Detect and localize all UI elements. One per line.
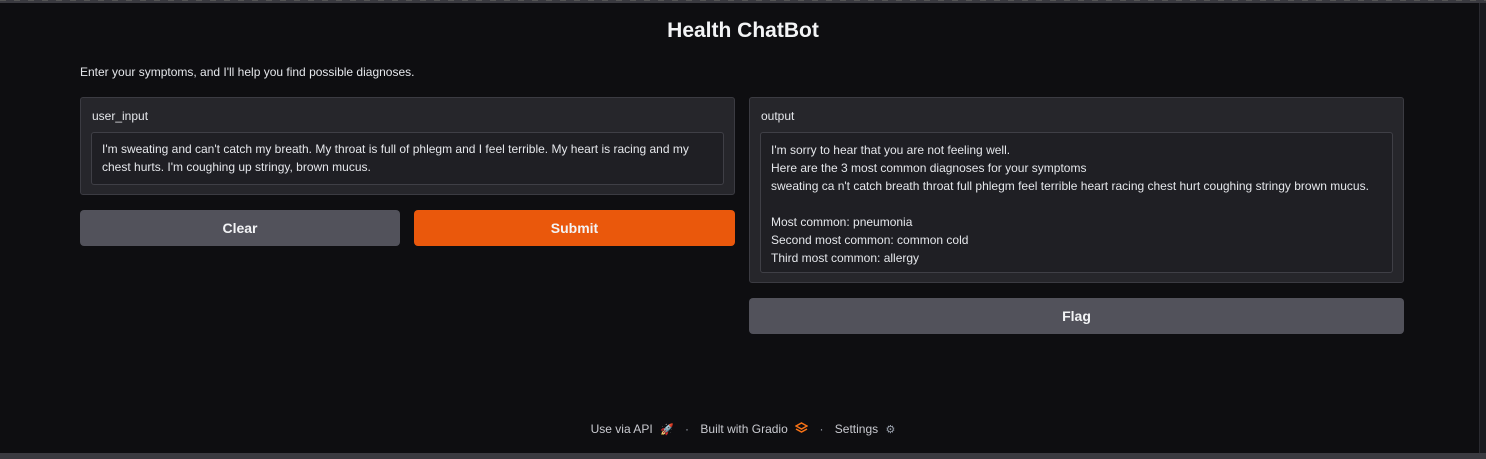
window-bottom-edge	[0, 453, 1486, 459]
gradio-logo-icon	[794, 422, 809, 436]
settings-link[interactable]: Settings ⚙	[835, 421, 896, 436]
clear-button[interactable]: Clear	[80, 210, 400, 246]
footer: Use via API 🚀 · Built with Gradio · Sett…	[0, 421, 1486, 436]
rocket-icon: 🚀	[660, 423, 674, 436]
submit-button[interactable]: Submit	[414, 210, 735, 246]
built-with-gradio-link[interactable]: Built with Gradio	[700, 421, 809, 436]
footer-separator: ·	[819, 421, 824, 436]
gear-icon: ⚙	[885, 423, 896, 436]
user-input-block: user_input I'm sweating and can't catch …	[80, 97, 735, 195]
output-block: output I'm sorry to hear that you are no…	[749, 97, 1404, 283]
footer-separator: ·	[685, 421, 690, 436]
flag-button[interactable]: Flag	[749, 298, 1404, 334]
user-input-textbox[interactable]: I'm sweating and can't catch my breath. …	[91, 132, 724, 185]
output-label: output	[761, 109, 795, 123]
output-textbox[interactable]: I'm sorry to hear that you are not feeli…	[760, 132, 1393, 273]
page-description: Enter your symptoms, and I'll help you f…	[80, 65, 415, 79]
browser-top-edge	[0, 0, 1486, 3]
use-via-api-link[interactable]: Use via API 🚀	[591, 421, 674, 436]
page-title: Health ChatBot	[667, 19, 819, 42]
user-input-label: user_input	[92, 109, 149, 123]
window-scrollbar[interactable]	[1479, 3, 1486, 453]
